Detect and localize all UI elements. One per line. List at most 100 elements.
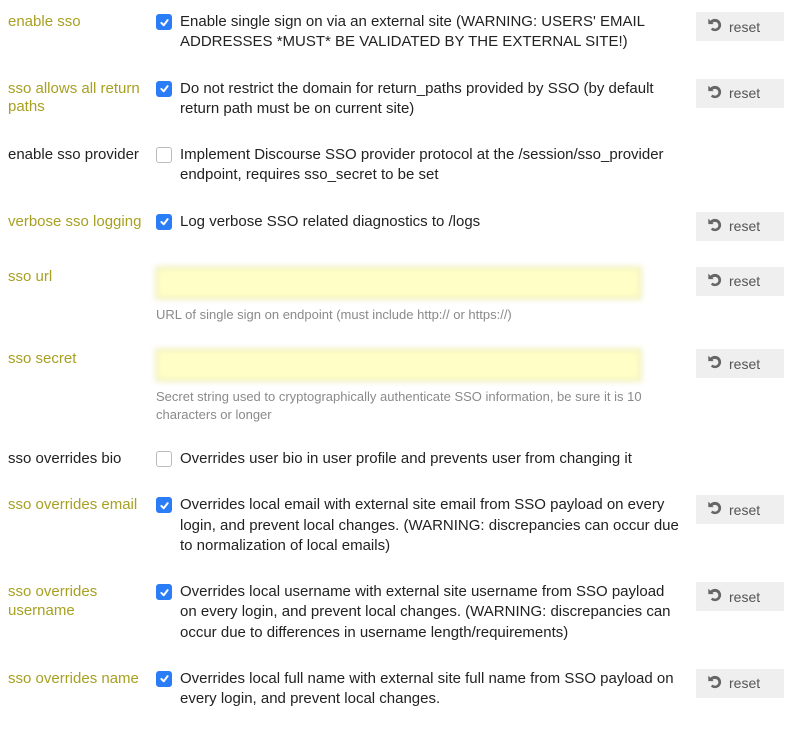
undo-icon — [708, 501, 722, 518]
reset-button-label: reset — [729, 356, 760, 372]
undo-icon — [708, 85, 722, 102]
setting-label: sso allows all return paths — [8, 79, 156, 118]
setting-label-text: sso overrides username — [8, 583, 148, 621]
setting-label-text: sso overrides bio — [8, 450, 148, 469]
setting-label-text: sso secret — [8, 350, 148, 369]
setting-label-text: sso allows all return paths — [8, 80, 148, 118]
setting-label: sso overrides bio — [8, 449, 156, 469]
setting-control: Log verbose SSO related diagnostics to /… — [156, 212, 696, 232]
setting-action: reset — [696, 495, 788, 524]
setting-action: reset — [696, 212, 788, 241]
setting-description: Log verbose SSO related diagnostics to /… — [180, 212, 480, 232]
settings-list: enable sso Enable single sign on via an e… — [8, 12, 788, 709]
setting-row-sso-url: sso url URL of single sign on endpoint (m… — [8, 267, 788, 324]
setting-description: Overrides local full name with external … — [180, 669, 682, 710]
reset-button[interactable]: reset — [696, 267, 784, 296]
setting-action: reset — [696, 79, 788, 108]
setting-control: URL of single sign on endpoint (must inc… — [156, 267, 696, 324]
setting-row-sso-overrides-email: sso overrides email Overrides local email… — [8, 495, 788, 556]
setting-description: Do not restrict the domain for return_pa… — [180, 79, 682, 120]
text-input-sso-url[interactable] — [156, 267, 641, 299]
checkbox[interactable] — [156, 671, 172, 687]
setting-action: reset — [696, 582, 788, 611]
checkbox[interactable] — [156, 214, 172, 230]
reset-button-label: reset — [729, 85, 760, 101]
checkbox[interactable] — [156, 147, 172, 163]
setting-control: Do not restrict the domain for return_pa… — [156, 79, 696, 120]
setting-label: enable sso — [8, 12, 156, 32]
setting-control: Enable single sign on via an external si… — [156, 12, 696, 53]
setting-row-sso-allows-all-return-paths: sso allows all return paths Do not restri… — [8, 79, 788, 120]
setting-label-text: sso overrides name — [8, 670, 148, 689]
setting-action: reset — [696, 669, 788, 698]
reset-button[interactable]: reset — [696, 669, 784, 698]
setting-description: Overrides local email with external site… — [180, 495, 682, 556]
setting-description: Overrides local username with external s… — [180, 582, 682, 643]
setting-description: Overrides user bio in user profile and p… — [180, 449, 632, 469]
setting-control: Overrides local username with external s… — [156, 582, 696, 643]
setting-row-sso-secret: sso secret Secret string used to cryptogr… — [8, 349, 788, 423]
checkbox-wrap[interactable]: Implement Discourse SSO provider protoco… — [156, 145, 682, 186]
undo-icon — [708, 273, 722, 290]
setting-description: Enable single sign on via an external si… — [180, 12, 682, 53]
setting-row-sso-overrides-name: sso overrides name Overrides local full n… — [8, 669, 788, 710]
checkbox[interactable] — [156, 81, 172, 97]
reset-button-label: reset — [729, 502, 760, 518]
setting-row-sso-overrides-username: sso overrides username Overrides local us… — [8, 582, 788, 643]
undo-icon — [708, 18, 722, 35]
setting-description: Implement Discourse SSO provider protoco… — [180, 145, 682, 186]
undo-icon — [708, 588, 722, 605]
checkbox[interactable] — [156, 497, 172, 513]
undo-icon — [708, 355, 722, 372]
setting-action: reset — [696, 349, 788, 378]
checkbox-wrap[interactable]: Overrides local username with external s… — [156, 582, 682, 643]
setting-label: sso overrides name — [8, 669, 156, 689]
checkbox-wrap[interactable]: Overrides user bio in user profile and p… — [156, 449, 682, 469]
setting-label: sso url — [8, 267, 156, 287]
text-input-sso-secret[interactable] — [156, 349, 641, 381]
reset-button[interactable]: reset — [696, 582, 784, 611]
setting-help-text: Secret string used to cryptographically … — [156, 388, 646, 423]
setting-label-text: sso overrides email — [8, 496, 148, 515]
setting-control: Overrides local full name with external … — [156, 669, 696, 710]
reset-button[interactable]: reset — [696, 212, 784, 241]
setting-label-text: sso url — [8, 268, 148, 287]
reset-button[interactable]: reset — [696, 349, 784, 378]
checkbox-wrap[interactable]: Enable single sign on via an external si… — [156, 12, 682, 53]
setting-action: reset — [696, 267, 788, 296]
checkbox[interactable] — [156, 584, 172, 600]
setting-label: sso overrides username — [8, 582, 156, 621]
reset-button-label: reset — [729, 19, 760, 35]
setting-row-verbose-sso-logging: verbose sso logging Log verbose SSO relat… — [8, 212, 788, 241]
reset-button[interactable]: reset — [696, 79, 784, 108]
reset-button-label: reset — [729, 218, 760, 234]
reset-button-label: reset — [729, 273, 760, 289]
undo-icon — [708, 675, 722, 692]
checkbox[interactable] — [156, 451, 172, 467]
setting-row-sso-overrides-bio: sso overrides bio Overrides user bio in u… — [8, 449, 788, 469]
setting-label-text: enable sso provider — [8, 146, 148, 165]
setting-label: verbose sso logging — [8, 212, 156, 232]
setting-control: Secret string used to cryptographically … — [156, 349, 696, 423]
reset-button-label: reset — [729, 675, 760, 691]
setting-control: Overrides local email with external site… — [156, 495, 696, 556]
checkbox-wrap[interactable]: Do not restrict the domain for return_pa… — [156, 79, 682, 120]
setting-row-enable-sso-provider: enable sso provider Implement Discourse S… — [8, 145, 788, 186]
setting-control: Implement Discourse SSO provider protoco… — [156, 145, 696, 186]
setting-label: sso overrides email — [8, 495, 156, 515]
setting-control: Overrides user bio in user profile and p… — [156, 449, 696, 469]
undo-icon — [708, 218, 722, 235]
reset-button-label: reset — [729, 589, 760, 605]
setting-label-text: enable sso — [8, 13, 148, 32]
setting-label-text: verbose sso logging — [8, 213, 148, 232]
setting-help-text: URL of single sign on endpoint (must inc… — [156, 306, 646, 324]
reset-button[interactable]: reset — [696, 12, 784, 41]
reset-button[interactable]: reset — [696, 495, 784, 524]
setting-action: reset — [696, 12, 788, 41]
setting-label: sso secret — [8, 349, 156, 369]
checkbox[interactable] — [156, 14, 172, 30]
checkbox-wrap[interactable]: Log verbose SSO related diagnostics to /… — [156, 212, 682, 232]
checkbox-wrap[interactable]: Overrides local email with external site… — [156, 495, 682, 556]
setting-label: enable sso provider — [8, 145, 156, 165]
checkbox-wrap[interactable]: Overrides local full name with external … — [156, 669, 682, 710]
